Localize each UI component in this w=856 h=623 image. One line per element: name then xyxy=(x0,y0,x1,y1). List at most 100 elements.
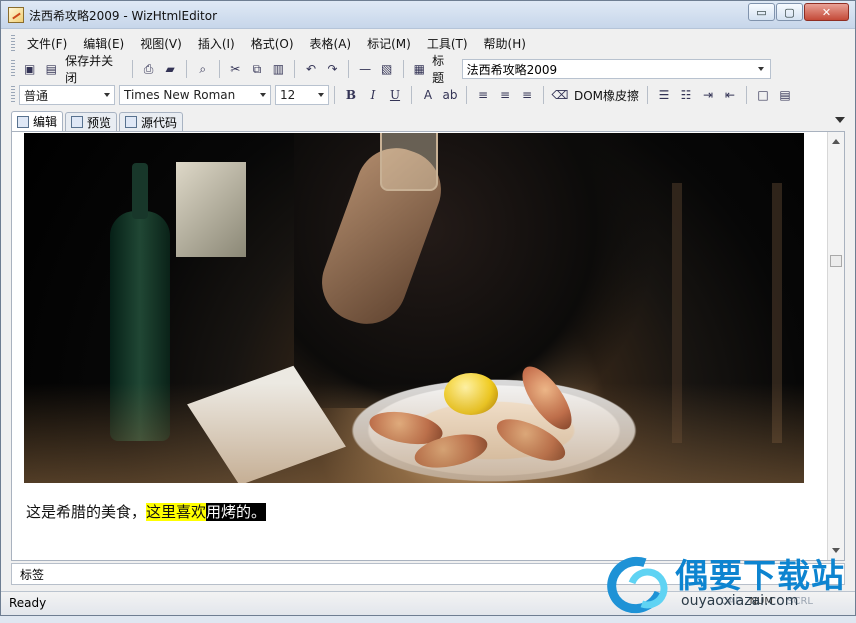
chevron-down-icon xyxy=(260,93,266,97)
caption-highlighted-text: 这里喜欢 xyxy=(146,503,207,521)
title-label: 标题 xyxy=(432,54,445,85)
menu-format[interactable]: 格式(O) xyxy=(243,34,302,54)
toolbar-separator xyxy=(218,60,220,78)
maximize-button[interactable]: ▢ xyxy=(776,3,803,21)
food-photo[interactable] xyxy=(24,133,804,483)
scroll-down-icon[interactable] xyxy=(832,548,840,553)
menu-file[interactable]: 文件(F) xyxy=(19,34,75,54)
menu-markup[interactable]: 标记(M) xyxy=(359,34,419,54)
tab-source[interactable]: 源代码 xyxy=(119,112,184,131)
view-tabs: 编辑 预览 源代码 xyxy=(11,111,185,131)
chevron-down-icon xyxy=(318,93,324,97)
source-icon xyxy=(125,116,138,128)
preview-icon xyxy=(71,116,84,128)
indent-icon[interactable]: ⇥ xyxy=(698,85,718,105)
paste-icon[interactable]: ▥ xyxy=(269,59,289,79)
toolbar-separator xyxy=(131,60,133,78)
dom-eraser-icon[interactable]: ⌫ xyxy=(550,85,570,105)
drinking-glass xyxy=(380,133,438,191)
save-close-button[interactable]: 保存并关闭 xyxy=(62,54,127,85)
menu-table[interactable]: 表格(A) xyxy=(302,34,360,54)
caption-selected-text: 用烤的。 xyxy=(206,503,267,521)
redo-icon[interactable]: ↷ xyxy=(323,59,343,79)
format-toolbar: 普通 Times New Roman 12 B I U A ab ≡ ≡ ≡ ⌫… xyxy=(11,83,845,107)
menu-tools[interactable]: 工具(T) xyxy=(419,34,476,54)
highlight-color-icon[interactable]: ab xyxy=(440,85,460,105)
toolbar-separator xyxy=(543,86,544,104)
close-button[interactable]: ✕ xyxy=(804,3,849,21)
title-field-value: 法西希攻略2009 xyxy=(466,63,558,77)
copy-icon[interactable]: ⧉ xyxy=(247,59,267,79)
layer-icon[interactable]: ▤ xyxy=(775,85,795,105)
toolbar-separator xyxy=(647,86,649,104)
italic-button[interactable]: I xyxy=(363,85,383,105)
align-center-icon[interactable]: ≡ xyxy=(495,85,515,105)
bullet-list-icon[interactable]: ☷ xyxy=(676,85,696,105)
tab-preview-label: 预览 xyxy=(87,115,112,130)
title-dropdown-icon[interactable] xyxy=(758,67,765,71)
find-icon[interactable]: ⌕ xyxy=(193,59,213,79)
title-bar: 法西希攻略2009 - WizHtmlEditor ▭ ▢ ✕ xyxy=(1,1,855,29)
numbered-list-icon[interactable]: ☰ xyxy=(654,85,674,105)
window-controls: ▭ ▢ ✕ xyxy=(747,3,849,21)
tab-menu-chevron-icon[interactable] xyxy=(835,117,845,123)
toolbar-grip[interactable] xyxy=(11,86,15,104)
close-icon: ✕ xyxy=(821,6,832,19)
toolbar-separator xyxy=(185,60,187,78)
tag-label: 标签 xyxy=(20,567,45,582)
menu-help[interactable]: 帮助(H) xyxy=(476,34,534,54)
tab-edit-label: 编辑 xyxy=(33,115,58,129)
chevron-down-icon xyxy=(104,93,110,97)
paragraph-style-select[interactable]: 普通 xyxy=(19,85,115,105)
save-icon[interactable]: ▣ xyxy=(20,59,40,79)
toolbar-grip[interactable] xyxy=(11,60,15,78)
watermark-url: ouyaoxiazai.com xyxy=(681,593,799,609)
caption-plain-text: 这是希腊的美食， xyxy=(26,503,147,521)
minimize-icon: ▭ xyxy=(756,6,767,19)
font-size-value: 12 xyxy=(280,88,296,102)
underline-button[interactable]: U xyxy=(385,85,405,105)
font-color-icon[interactable]: A xyxy=(418,85,438,105)
font-name-value: Times New Roman xyxy=(124,88,236,102)
status-ready: Ready xyxy=(9,596,47,610)
watermark-logo-icon xyxy=(597,547,675,623)
outdent-icon[interactable]: ⇤ xyxy=(720,85,740,105)
minimize-button[interactable]: ▭ xyxy=(748,3,775,21)
dom-eraser-button[interactable]: DOM橡皮擦 xyxy=(571,85,642,105)
title-field[interactable]: 法西希攻略2009 xyxy=(461,59,772,79)
image-icon[interactable]: ▧ xyxy=(377,59,397,79)
font-name-select[interactable]: Times New Roman xyxy=(119,85,271,105)
app-icon xyxy=(8,7,24,23)
tab-edit[interactable]: 编辑 xyxy=(11,111,64,131)
table-icon[interactable]: ▦ xyxy=(410,59,430,79)
toolbar-separator xyxy=(746,86,748,104)
horizontal-line-icon[interactable]: — xyxy=(355,59,375,79)
tab-source-label: 源代码 xyxy=(141,115,178,130)
save-close-icon[interactable]: ▤ xyxy=(42,59,62,79)
box-icon[interactable]: □ xyxy=(753,85,773,105)
toolbar-separator xyxy=(334,86,335,104)
editor-canvas[interactable]: 这是希腊的美食，这里喜欢用烤的。 xyxy=(11,131,845,561)
font-size-select[interactable]: 12 xyxy=(275,85,329,105)
site-watermark: 偶要下载站 ouyaoxiazai.com xyxy=(597,547,847,623)
print-icon[interactable]: ⎙ xyxy=(139,59,159,79)
scrollbar-thumb[interactable] xyxy=(830,255,842,267)
edit-icon xyxy=(17,115,29,128)
vertical-scrollbar[interactable] xyxy=(827,132,844,560)
cut-icon[interactable]: ✂ xyxy=(226,59,246,79)
bold-button[interactable]: B xyxy=(341,85,361,105)
menu-view[interactable]: 视图(V) xyxy=(132,34,190,54)
photo-caption[interactable]: 这是希腊的美食，这里喜欢用烤的。 xyxy=(26,502,267,522)
menu-edit[interactable]: 编辑(E) xyxy=(75,34,132,54)
application-window: 法西希攻略2009 - WizHtmlEditor ▭ ▢ ✕ 文件(F) 编辑… xyxy=(0,0,856,623)
align-right-icon[interactable]: ≡ xyxy=(517,85,537,105)
scroll-up-icon[interactable] xyxy=(832,139,840,144)
tab-preview[interactable]: 预览 xyxy=(65,112,118,131)
menu-insert[interactable]: 插入(I) xyxy=(190,34,243,54)
undo-icon[interactable]: ↶ xyxy=(301,59,321,79)
toolbar-separator xyxy=(294,60,296,78)
menu-grip[interactable] xyxy=(11,35,15,53)
align-left-icon[interactable]: ≡ xyxy=(473,85,493,105)
print-preview-icon[interactable]: ▰ xyxy=(160,59,180,79)
toolbar-separator xyxy=(402,60,404,78)
